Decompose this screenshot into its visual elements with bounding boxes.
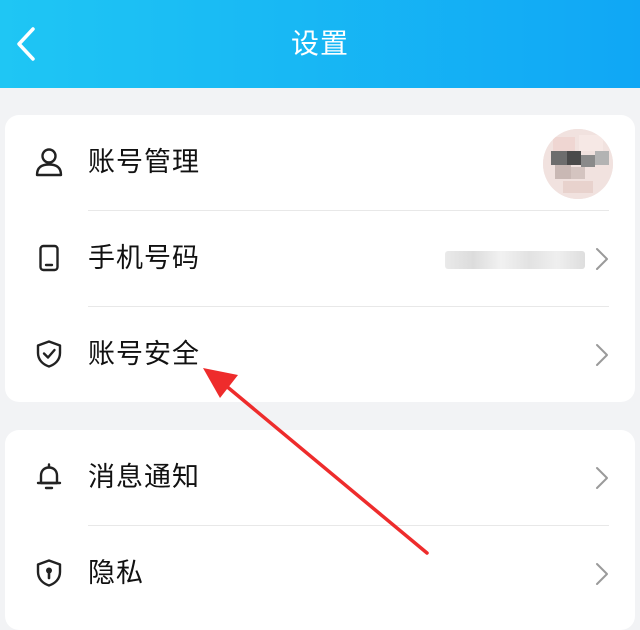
settings-item-privacy[interactable]: 隐私 (5, 526, 635, 622)
top-bar: 设置 (0, 0, 640, 88)
chevron-right-icon (596, 344, 608, 366)
settings-item-label: 消息通知 (88, 462, 200, 493)
user-icon (32, 145, 66, 179)
settings-item-label: 手机号码 (88, 243, 200, 274)
phone-icon (32, 241, 66, 275)
settings-item-account-management[interactable]: 账号管理 (5, 115, 635, 211)
avatar[interactable] (543, 129, 613, 199)
settings-item-phone-number[interactable]: 手机号码 (5, 211, 635, 307)
account-settings-card: 账号管理 手机号码 账号安全 (5, 115, 635, 402)
settings-item-label: 隐私 (88, 558, 144, 589)
masked-phone-value (445, 251, 585, 269)
page-title: 设置 (290, 27, 349, 60)
settings-item-notifications[interactable]: 消息通知 (5, 430, 635, 526)
chevron-right-icon (596, 467, 608, 489)
settings-item-account-security[interactable]: 账号安全 (5, 307, 635, 403)
shield-check-icon (32, 337, 66, 371)
settings-item-label: 账号管理 (88, 147, 200, 178)
notification-privacy-card: 消息通知 隐私 (5, 430, 635, 630)
bell-icon (32, 460, 66, 494)
settings-item-label: 账号安全 (88, 339, 200, 370)
chevron-right-icon (596, 563, 608, 585)
chevron-right-icon (596, 248, 608, 270)
shield-lock-icon (32, 556, 66, 590)
